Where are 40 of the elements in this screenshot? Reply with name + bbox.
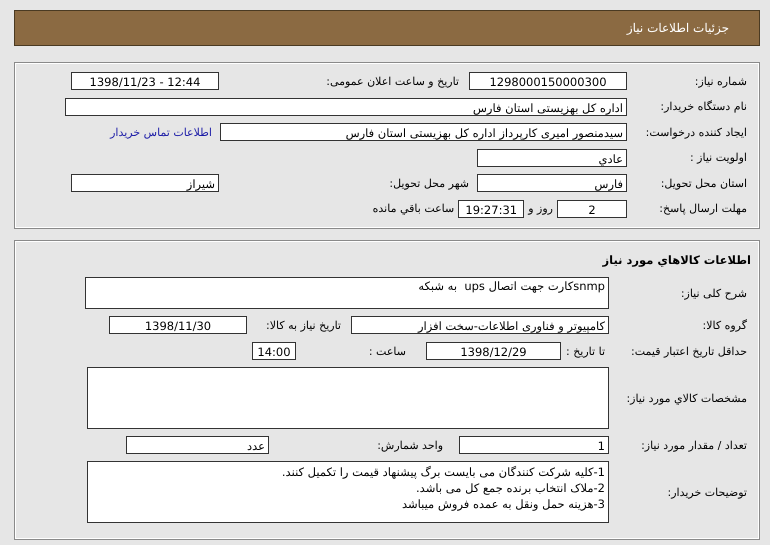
field-label: تاریخ نیاز به کالا: [265,318,342,332]
validity-date-field: 1398/12/29 [426,342,561,360]
announce-date-field: 1398/11/23 - 12:44 [71,72,219,90]
field-label: شماره نیاز: [694,74,748,88]
field-label: مشخصات کالاي مورد نياز: [625,392,748,404]
page-title: جزئیات اطلاعات نیاز [626,21,729,35]
days-field: 2 [557,200,627,218]
buyer-contact-link[interactable]: اطلاعات تماس خریدار [110,126,220,138]
buyer-org-field: اداره کل بهزیستی استان فارس [65,98,627,116]
field-label: گروه کالا: [702,318,748,332]
field-label: واحد شمارش: [376,438,444,452]
province-field: فارس [477,174,627,192]
notes-field: 1-کلیه شرکت کنندگان می بایست برگ پیشنهاد قیمت را تکمیل کنند. 2-ملاک انتخاب برنده جمع کل می باشد. 3-هزینه حمل ونقل به عمده فروش میباشد [87,461,609,523]
section-title: اطلاعات کالاهاي مورد نياز [601,252,752,269]
need-date-field: 1398/11/30 [109,316,247,334]
priority-field: عادي [477,148,627,166]
time-remaining-field: 19:27:31 [458,200,524,218]
field-label: استان محل تحویل: [660,176,748,190]
time-label: ساعت : [368,344,407,358]
city-field: شیراز [71,174,219,192]
goods-group-field: کامپیوتر و فناوری اطلاعات-سخت افزار [351,316,609,334]
days-unit-label: روز و [526,202,554,215]
remaining-label: ساعت باقي مانده [372,202,456,215]
field-label: شرح کلی نیاز: [680,286,748,300]
to-date-label: تا تاریخ : [565,344,606,358]
field-label: حداقل تاریخ اعتبار قیمت: [630,344,748,358]
field-label: ایجاد کننده درخواست: [644,126,748,138]
need-number-field: 1298000150000300 [469,72,627,90]
field-label: تعداد / مقدار مورد نیاز: [640,438,748,452]
unit-field: عدد [126,436,269,454]
field-label: تاریخ و ساعت اعلان عمومی: [325,74,460,88]
field-label: اولویت نیاز : [688,151,748,164]
field-label: شهر محل تحویل: [388,176,470,190]
field-label: توضیحات خریدار: [666,486,748,498]
description-field: snmpکارت جهت اتصال ups به شبکه [85,277,609,309]
field-label: مهلت ارسال پاسخ: [658,202,748,215]
requester-field: سیدمنصور امیری کارپرداز اداره کل بهزیستی استان فارس [220,123,627,141]
validity-time-field: 14:00 [252,342,296,360]
field-label: نام دستگاه خریدار: [659,100,748,113]
quantity-field: 1 [459,436,609,454]
